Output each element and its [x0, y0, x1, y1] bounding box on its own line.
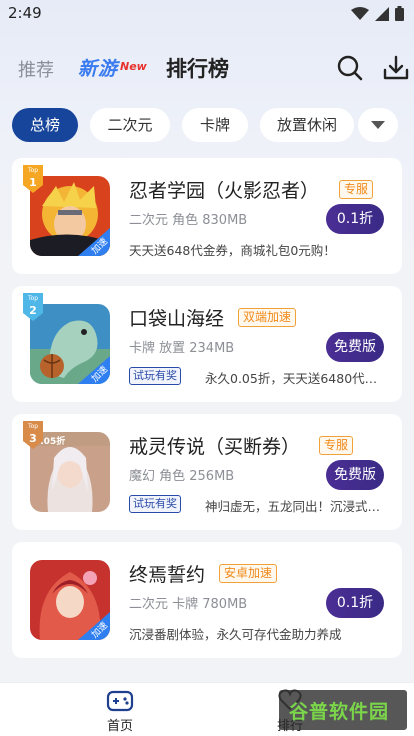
game-meta: 二次元 角色 830MB — [129, 213, 248, 228]
status-bar: 2:49 — [0, 0, 414, 28]
server-tag: 安卓加速 — [219, 564, 278, 583]
tab-ranking[interactable]: 排行榜 — [166, 53, 229, 83]
game-meta: 卡牌 放置 234MB — [129, 341, 235, 356]
game-icon: 加速 — [30, 560, 110, 640]
rank-badge: Top 2 — [20, 293, 46, 321]
game-description: 神归虚无，五龙同出！沉浸式体验 — [205, 499, 385, 514]
nav-home[interactable]: 首页 — [88, 685, 152, 735]
price-button[interactable]: 0.1折 — [326, 588, 384, 618]
chevron-down-icon[interactable] — [358, 108, 398, 142]
game-description: 天天送648代金券，商城礼包0元购！ — [129, 243, 336, 258]
game-card[interactable]: 加速 终焉誓约 安卓加速 二次元 卡牌 780MB 0.1折 沉浸番剧体验，永久… — [12, 542, 402, 658]
game-name: 戒灵传说（买断券） — [129, 436, 301, 458]
price-button[interactable]: 免费版 — [326, 460, 384, 490]
search-icon — [337, 55, 363, 81]
chip-card[interactable]: 卡牌 — [182, 108, 248, 142]
server-tag: 专服 — [339, 180, 374, 199]
game-meta: 魔幻 角色 256MB — [129, 469, 235, 484]
game-name: 终焉誓约 — [129, 564, 206, 586]
trial-reward-tag: 试玩有奖 — [129, 495, 181, 513]
status-icons — [351, 6, 404, 21]
download-icon — [383, 55, 409, 80]
game-meta: 二次元 卡牌 780MB — [129, 597, 248, 612]
game-card[interactable]: 加速 Top 2 口袋山海经 双端加速 卡牌 放置 234MB 免费版 试玩有奖… — [12, 286, 402, 402]
search-button[interactable] — [336, 54, 364, 82]
watermark-logo: 谷普软件园 — [279, 690, 407, 730]
price-button[interactable]: 0.1折 — [326, 204, 384, 234]
signal-icon — [375, 6, 389, 21]
game-card[interactable]: 0.05折 Top 3 戒灵传说（买断券） 专服 魔幻 角色 256MB 免费版… — [12, 414, 402, 530]
game-card[interactable]: 加速 Top 1 忍者学园（火影忍者） 专服 二次元 角色 830MB 0.1折… — [12, 158, 402, 274]
chip-anime[interactable]: 二次元 — [90, 108, 170, 142]
game-description: 永久0.05折，天天送6480代金券 — [205, 371, 385, 386]
rank-badge: Top 1 — [20, 165, 46, 193]
price-button[interactable]: 免费版 — [326, 332, 384, 362]
trial-reward-tag: 试玩有奖 — [129, 367, 181, 385]
tab-new-games[interactable]: 新游 — [78, 54, 118, 81]
game-name: 口袋山海经 — [129, 308, 225, 330]
tab-recommend[interactable]: 推荐 — [18, 56, 54, 82]
server-tag: 专服 — [319, 436, 354, 455]
rank-badge: Top 3 — [20, 421, 46, 449]
server-tag: 双端加速 — [238, 308, 297, 327]
download-button[interactable] — [382, 54, 410, 82]
top-header: 推荐 新游 New 排行榜 — [0, 48, 414, 88]
chip-all[interactable]: 总榜 — [12, 108, 78, 142]
chip-idle[interactable]: 放置休闲 — [260, 108, 354, 142]
category-chips: 总榜 二次元 卡牌 放置休闲 — [0, 108, 414, 142]
wifi-icon — [351, 6, 369, 20]
game-name: 忍者学园（火影忍者） — [129, 180, 320, 202]
battery-icon — [395, 6, 404, 21]
game-description: 沉浸番剧体验，永久可存代金助力养成 — [129, 627, 342, 642]
gamepad-icon — [106, 690, 134, 712]
status-time: 2:49 — [8, 4, 42, 22]
new-badge: New — [120, 60, 147, 73]
